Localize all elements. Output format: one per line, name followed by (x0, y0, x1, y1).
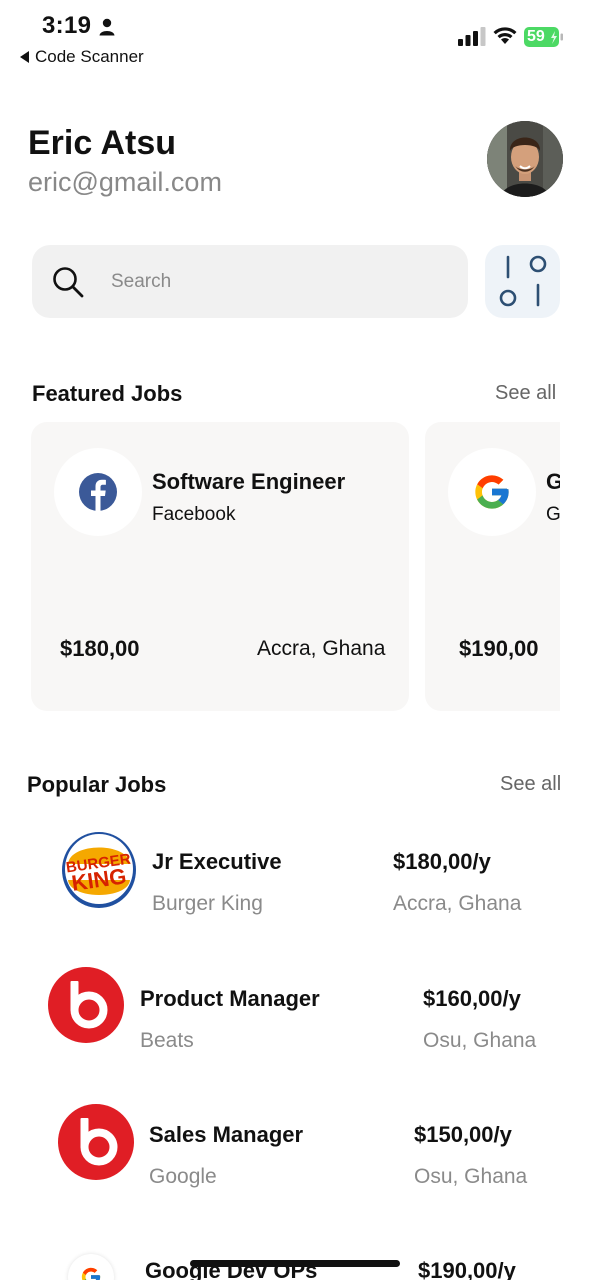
list-item[interactable]: Product Manager Beats $160,00/y Osu, Gha… (0, 962, 591, 1062)
facebook-icon (79, 473, 117, 511)
search-icon (53, 266, 84, 297)
list-item[interactable]: BURGER KING Jr Executive Burger King $18… (0, 825, 591, 925)
job-title: Software Engineer (152, 469, 346, 494)
back-link-label: Code Scanner (35, 47, 144, 66)
company-logo (54, 448, 142, 536)
featured-job-card[interactable]: G G $190,00 (425, 422, 560, 711)
filter-button[interactable] (485, 245, 560, 318)
back-arrow-icon (20, 51, 29, 63)
company-logo (68, 1254, 114, 1280)
google-icon (475, 475, 509, 509)
home-indicator (190, 1260, 400, 1267)
job-company: Beats (140, 1029, 194, 1052)
battery-level: 59 (527, 28, 545, 45)
user-email: eric@gmail.com (28, 167, 222, 197)
search-bar[interactable] (32, 245, 468, 318)
featured-job-card[interactable]: Software Engineer Facebook $180,00 Accra… (31, 422, 409, 711)
job-location: Osu, Ghana (414, 1165, 528, 1188)
job-salary: $190,00/y (418, 1258, 516, 1280)
popular-jobs-title: Popular Jobs (27, 772, 167, 797)
job-title: Jr Executive (152, 849, 282, 874)
job-company: Google (149, 1165, 217, 1188)
featured-jobs-carousel[interactable]: Software Engineer Facebook $180,00 Accra… (0, 410, 560, 730)
battery-indicator: 59 (524, 27, 564, 47)
wifi-icon (493, 27, 517, 44)
job-title: Sales Manager (149, 1122, 304, 1147)
job-company: G (546, 504, 560, 525)
google-icon (81, 1267, 101, 1280)
back-to-code-scanner-link[interactable]: Code Scanner (20, 47, 144, 67)
job-location: Accra, Ghana (393, 892, 522, 915)
job-salary: $180,00/y (393, 849, 491, 874)
burger-king-logo: BURGER KING (62, 832, 136, 908)
job-company: Facebook (152, 504, 236, 525)
job-location: Osu, Ghana (423, 1029, 537, 1052)
beats-logo (48, 967, 124, 1043)
cellular-signal-icon (458, 27, 486, 46)
search-input[interactable] (109, 269, 413, 294)
company-logo (448, 448, 536, 536)
job-title: G (546, 469, 560, 494)
job-salary: $150,00/y (414, 1122, 512, 1147)
job-title: Product Manager (140, 986, 320, 1011)
job-salary: $190,00 (459, 636, 539, 661)
user-name: Eric Atsu (28, 124, 177, 162)
popular-see-all-link[interactable]: See all (500, 773, 561, 796)
featured-see-all-link[interactable]: See all (495, 382, 556, 405)
featured-jobs-title: Featured Jobs (32, 381, 183, 406)
job-location: Accra, Ghana (257, 637, 386, 660)
avatar[interactable] (487, 121, 563, 197)
list-item[interactable]: Sales Manager Google $150,00/y Osu, Ghan… (0, 1099, 591, 1199)
job-company: Burger King (152, 892, 263, 915)
beats-logo (58, 1104, 134, 1180)
status-time: 3:19 (42, 12, 92, 39)
job-salary: $180,00 (60, 636, 140, 661)
job-salary: $160,00/y (423, 986, 521, 1011)
person-icon (99, 18, 115, 36)
filter-icon (499, 255, 547, 307)
